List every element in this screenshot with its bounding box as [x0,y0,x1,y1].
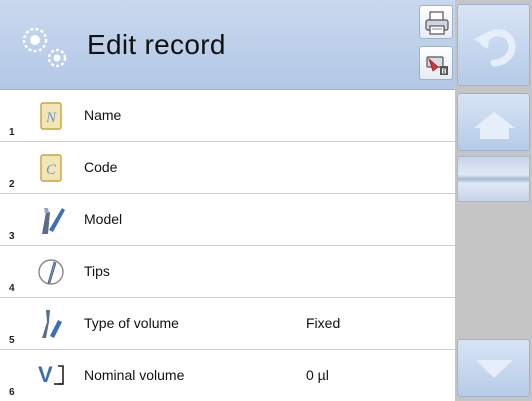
field-label: Nominal volume [84,367,185,383]
volume-type-icon [42,310,62,338]
svg-text:N: N [45,110,57,126]
gears-icon [22,27,67,68]
scroll-down-button[interactable] [457,339,530,397]
svg-text:V: V [38,362,53,387]
tips-icon [38,259,64,285]
code-icon: C [40,154,62,182]
header-bar: Edit record B [0,0,455,90]
row-number: 3 [9,231,15,242]
list-item-nominal-volume[interactable]: 6 V Nominal volume 0 µl [0,350,455,401]
print-button[interactable] [419,5,453,39]
home-button[interactable] [457,93,530,151]
printer-icon [425,11,449,35]
list-item-tips[interactable]: 4 Tips [0,246,455,298]
svg-text:C: C [46,162,57,178]
model-icon [42,208,65,234]
row-number: 4 [9,283,15,294]
page-title: Edit record [87,29,226,60]
scrollbar-thumb[interactable] [457,156,530,202]
export-button[interactable]: B [419,46,453,80]
list-item-model[interactable]: 3 Model [0,194,455,246]
home-icon [474,112,515,139]
field-value: Fixed [306,315,341,331]
name-icon: N [40,102,62,130]
list-item-type-of-volume[interactable]: 5 Type of volume Fixed [0,298,455,350]
row-number: 6 [9,387,15,398]
list-item-name[interactable]: 1 N Name [0,90,455,142]
arrow-down-icon [476,360,513,378]
field-label: Type of volume [84,315,179,331]
row-number: 1 [9,127,15,138]
field-label: Name [84,107,122,123]
list-item-code[interactable]: 2 C Code [0,142,455,194]
field-label: Code [84,159,118,175]
row-number: 5 [9,335,15,346]
undo-arrow-icon [474,29,516,67]
record-field-list: 1 N Name 2 C Code 3 Model 4 Tips 5 Type … [0,90,455,401]
side-panel [455,0,532,401]
field-label: Model [84,211,123,227]
nominal-volume-icon: V [38,362,64,387]
row-number: 2 [9,179,15,190]
field-label: Tips [84,263,110,279]
svg-text:B: B [441,69,446,76]
back-button[interactable] [457,4,530,86]
export-icon: B [426,56,448,76]
field-value: 0 µl [306,367,329,383]
